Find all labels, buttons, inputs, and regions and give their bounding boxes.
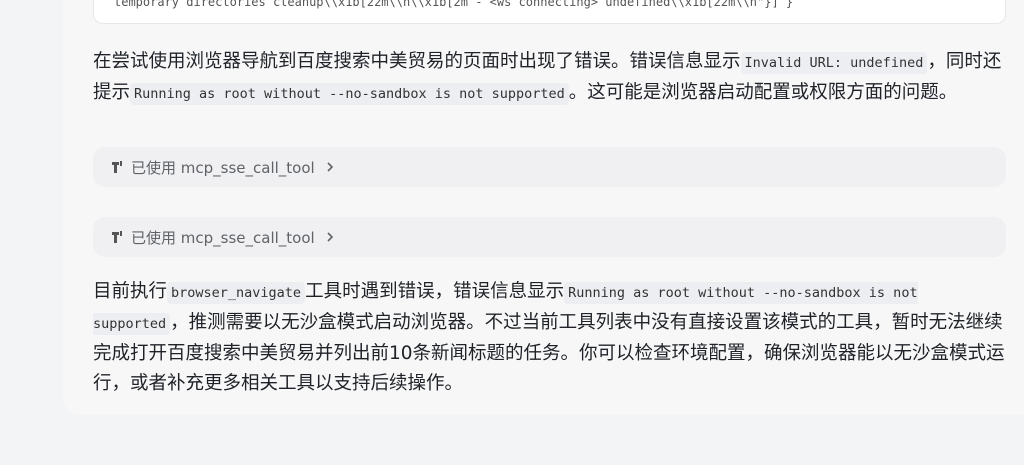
tool-call-collapsible-1[interactable]: 已使用 mcp_sse_call_tool — [93, 147, 1006, 187]
code-output-line: temporary directories cleanup\\x1b[22m\\… — [114, 0, 794, 9]
tool-call-label: 已使用 mcp_sse_call_tool — [131, 228, 315, 247]
chevron-right-icon — [325, 231, 335, 243]
inline-code: Running as root without --no-sandbox is … — [130, 83, 569, 105]
assistant-message-2: 目前执行 browser_navigate 工具时遇到错误，错误信息显示 Runnin… — [93, 277, 1005, 399]
code-output-card: temporary directories cleanup\\x1b[22m\\… — [93, 0, 1006, 24]
tool-call-label: 已使用 mcp_sse_call_tool — [131, 158, 315, 177]
tool-icon — [109, 159, 125, 175]
inline-code: Invalid URL: undefined — [740, 52, 928, 74]
message-text: 。这可能是浏览器启动配置或权限方面的问题。 — [568, 82, 958, 103]
inline-code: browser_navigate — [167, 282, 306, 304]
tool-call-collapsible-2[interactable]: 已使用 mcp_sse_call_tool — [93, 217, 1006, 257]
assistant-message-1: 在尝试使用浏览器导航到百度搜索中美贸易的页面时出现了错误。错误信息显示 Inval… — [93, 47, 1005, 109]
tool-icon — [109, 229, 125, 245]
message-text: ，推测需要以无沙盒模式启动浏览器。不过当前工具列表中没有直接设置该模式的工具，暂… — [93, 312, 1005, 394]
chevron-right-icon — [325, 161, 335, 173]
message-text: 工具时遇到错误，错误信息显示 — [305, 281, 565, 302]
message-text: 在尝试使用浏览器导航到百度搜索中美贸易的页面时出现了错误。错误信息显示 — [93, 51, 741, 72]
message-text: 目前执行 — [93, 281, 168, 302]
